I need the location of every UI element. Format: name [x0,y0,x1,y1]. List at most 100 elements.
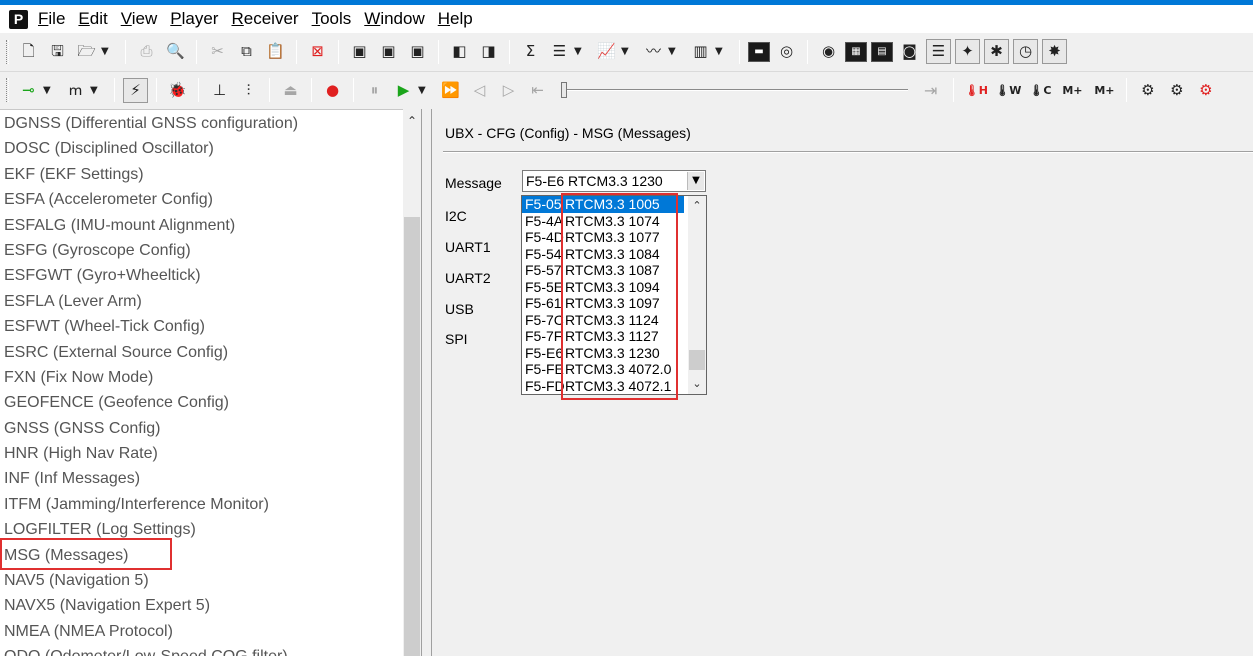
tree-item-logfilter[interactable]: LOGFILTER (Log Settings) [0,517,403,542]
copy-icon[interactable]: ⧉ [234,39,259,64]
antenna-icon[interactable]: ✱ [984,39,1009,64]
tune-icon[interactable]: ⫶ [236,78,261,103]
pane-splitter[interactable] [421,109,432,656]
dropdown-scroll-thumb[interactable] [689,350,705,370]
slider-thumb[interactable] [561,82,567,98]
docking-window-icon[interactable]: ▣ [347,39,372,64]
histogram-dropdown-icon[interactable]: ▼ [715,46,729,57]
dropdown-option[interactable]: F5-4A RTCM3.3 1074 [522,213,684,230]
tree-item-ekf[interactable]: EKF (EKF Settings) [0,162,403,187]
dropdown-option[interactable]: F5-05 RTCM3.3 1005 [522,196,684,213]
menu-help[interactable]: Help [434,9,482,29]
tree-item-msg[interactable]: MSG (Messages) [0,543,403,568]
connection-dropdown-icon[interactable]: ▼ [43,85,57,96]
dropdown-option[interactable]: F5-57 RTCM3.3 1087 [522,262,684,279]
settings-3-icon[interactable]: ⚙ [1193,78,1218,103]
tree-item-odo[interactable]: ODO (Odometer/Low-Speed COG filter) [0,644,403,656]
dropdown-option[interactable]: F5-7F RTCM3.3 1127 [522,328,684,345]
tree-item-hnr[interactable]: HNR (High Nav Rate) [0,441,403,466]
open-folder-icon[interactable]: 🗁 [74,39,99,64]
menu-receiver[interactable]: Receiver [227,9,307,29]
save-icon[interactable]: 🖫 [45,39,70,64]
tree-item-esfgwt[interactable]: ESFGWT (Gyro+Wheeltick) [0,263,403,288]
tree-item-nav5[interactable]: NAV5 (Navigation 5) [0,568,403,593]
scroll-thumb[interactable] [404,217,420,656]
tree-item-dgnss[interactable]: DGNSS (Differential GNSS configuration) [0,111,403,136]
toolbar-grip[interactable] [6,39,9,64]
dropdown-option[interactable]: F5-54 RTCM3.3 1084 [522,246,684,263]
baud-rate-icon[interactable]: ՠ [63,78,88,103]
sky-view-icon[interactable]: ◉ [816,39,841,64]
fast-forward-icon[interactable]: ⏩ [438,78,463,103]
tree-item-inf[interactable]: INF (Inf Messages) [0,466,403,491]
deviation-icon[interactable]: ▤ [871,41,893,62]
warm-start-icon[interactable]: 🌡W [994,78,1022,103]
dropdown-option[interactable]: F5-4DRTCM3.3 1077 [522,229,684,246]
record-icon[interactable]: ● [320,78,345,103]
chart-dropdown-icon[interactable]: ▼ [621,46,635,57]
settings-icon[interactable]: ⚙ [1135,78,1160,103]
dropdown-option[interactable]: F5-FDRTCM3.3 4072.1 [522,378,684,395]
open-dropdown-icon[interactable]: ▼ [101,46,115,57]
menu-player[interactable]: Player [166,9,227,29]
dropdown-option[interactable]: F5-7CRTCM3.3 1124 [522,312,684,329]
toolbar-grip[interactable] [6,78,9,102]
menu-window[interactable]: Window [360,9,433,29]
tree-item-navx5[interactable]: NAVX5 (Navigation Expert 5) [0,593,403,618]
dropdown-option[interactable]: F5-FERTCM3.3 4072.0 [522,361,684,378]
message-add-icon[interactable]: M+ [1058,78,1086,103]
table-icon[interactable]: ▦ [845,41,867,62]
pause-icon[interactable]: ⏸ [362,78,387,103]
debug-icon[interactable]: 🐞 [165,78,190,103]
camera-icon[interactable]: ◙ [897,39,922,64]
tree-item-dosc[interactable]: DOSC (Disciplined Oscillator) [0,136,403,161]
tree-item-itfm[interactable]: ITFM (Jamming/Interference Monitor) [0,492,403,517]
tree-item-esfwt[interactable]: ESFWT (Wheel-Tick Config) [0,314,403,339]
view-left-icon[interactable]: ◧ [447,39,472,64]
tree-item-gnss[interactable]: GNSS (GNSS Config) [0,416,403,441]
chevron-down-icon[interactable]: ▼ [687,172,704,190]
new-file-icon[interactable]: 🗋 [16,39,41,64]
statistics-icon[interactable]: ◎ [774,39,799,64]
sum-icon[interactable]: Σ [518,39,543,64]
scroll-up-icon[interactable]: ⌃ [688,196,706,216]
view-right-icon[interactable]: ◨ [476,39,501,64]
cut-icon[interactable]: ✂ [205,39,230,64]
table-view-icon[interactable]: ☰ [547,39,572,64]
tree-item-esrc[interactable]: ESRC (External Source Config) [0,340,403,365]
dropdown-option[interactable]: F5-5E RTCM3.3 1094 [522,279,684,296]
list-icon[interactable]: ☰ [926,39,951,64]
menu-view[interactable]: View [117,9,167,29]
spectrum-icon[interactable]: ✸ [1042,39,1067,64]
graph-dropdown-icon[interactable]: ▼ [668,46,682,57]
dropdown-scrollbar[interactable]: ⌃ ⌄ [688,196,706,394]
tree-item-geofence[interactable]: GEOFENCE (Geofence Config) [0,390,403,415]
menu-file[interactable]: File [34,9,74,29]
play-icon[interactable]: ▶ [391,78,416,103]
cold-start-icon[interactable]: 🌡C [1026,78,1054,103]
clock-icon[interactable]: ◷ [1013,39,1038,64]
gnss-config-icon[interactable]: ⊥ [207,78,232,103]
step-back-icon[interactable]: ◁ [467,78,492,103]
message-add-2-icon[interactable]: M+ [1090,78,1118,103]
settings-2-icon[interactable]: ⚙ [1164,78,1189,103]
step-forward-icon[interactable]: ▷ [496,78,521,103]
end-icon[interactable]: ⇥ [924,81,937,100]
tree-item-esfg[interactable]: ESFG (Gyroscope Config) [0,238,403,263]
tree-item-esfalg[interactable]: ESFALG (IMU-mount Alignment) [0,213,403,238]
graph-icon[interactable]: 〰 [641,39,666,64]
connection-icon[interactable]: ⊸ [16,78,41,103]
rewind-icon[interactable]: ⇤ [525,78,550,103]
baud-dropdown-icon[interactable]: ▼ [90,85,104,96]
dropdown-option[interactable]: F5-E6 RTCM3.3 1230 [522,345,684,362]
chart-icon[interactable]: 📈 [594,39,619,64]
tree-item-esfla[interactable]: ESFLA (Lever Arm) [0,289,403,314]
autobaud-icon[interactable]: ⚡ [123,77,148,103]
message-select[interactable]: F5-E6 RTCM3.3 1230 ▼ [522,170,706,192]
tree-item-esfa[interactable]: ESFA (Accelerometer Config) [0,187,403,212]
print-preview-icon[interactable]: 🔍 [163,39,188,64]
scroll-up-icon[interactable]: ⌃ [403,111,421,131]
tree-scrollbar[interactable]: ⌃ [403,109,421,656]
docking-window-2-icon[interactable]: ▣ [376,39,401,64]
table-dropdown-icon[interactable]: ▼ [574,46,588,57]
